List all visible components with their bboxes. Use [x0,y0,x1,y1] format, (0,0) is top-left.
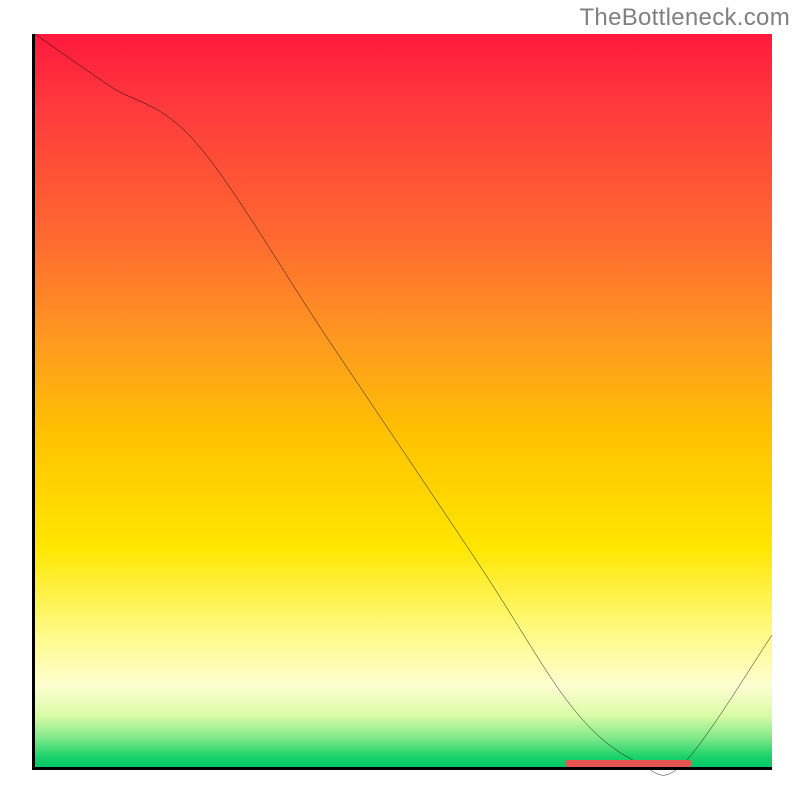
bottleneck-curve-path [35,34,772,775]
attribution-label: TheBottleneck.com [579,4,790,32]
plot-area [32,34,772,770]
optimal-range-marker [566,760,691,767]
chart-frame: TheBottleneck.com [0,0,800,800]
bottleneck-curve-svg [35,34,772,767]
